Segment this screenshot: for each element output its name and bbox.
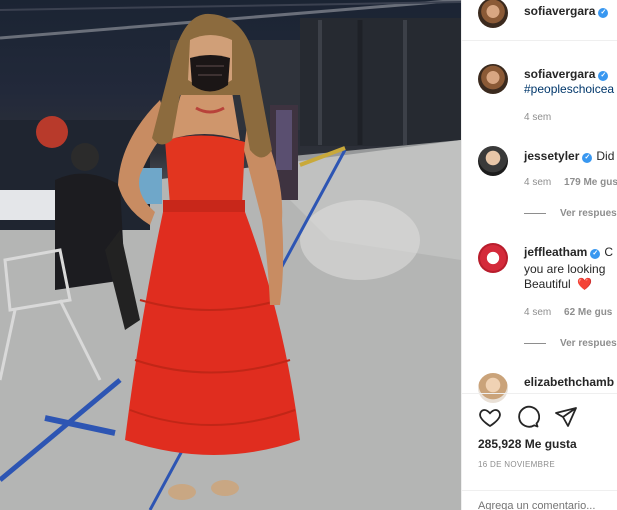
comment-text: C bbox=[604, 245, 614, 259]
author-username[interactable]: sofiavergara ✓ bbox=[524, 4, 609, 18]
comment-likes[interactable]: 62 Me gus bbox=[564, 307, 612, 318]
comment-time: 4 sem bbox=[524, 177, 552, 188]
comment-username-elizabethchamb[interactable]: elizabethchamb bbox=[524, 375, 614, 389]
view-replies-button[interactable]: Ver respues bbox=[524, 338, 617, 349]
author-username-text[interactable]: sofiavergara bbox=[524, 4, 595, 18]
photo-scene bbox=[0, 0, 461, 510]
verified-icon: ✓ bbox=[590, 249, 601, 259]
comment-text-line2: you are looking bbox=[524, 262, 606, 276]
verified-icon: ✓ bbox=[598, 8, 609, 18]
actions-divider bbox=[462, 393, 617, 394]
comment-text: Did bbox=[596, 149, 615, 163]
post-date: 16 DE NOVIEMBRE bbox=[478, 460, 555, 469]
likes-count[interactable]: 285,928 Me gusta bbox=[478, 437, 577, 451]
comment-avatar-jeffleatham[interactable] bbox=[478, 243, 508, 273]
heart-emoji: ❤️ bbox=[577, 277, 592, 291]
comment-box-divider bbox=[462, 490, 617, 491]
comment-time: 4 sem bbox=[524, 307, 552, 318]
comment-text-line3: Beautiful ❤️ bbox=[524, 276, 592, 292]
caption-username-text[interactable]: sofiavergara bbox=[524, 67, 595, 81]
caption-hashtag[interactable]: #peopleschoicea bbox=[524, 81, 614, 97]
heart-icon[interactable] bbox=[478, 405, 502, 434]
comment-username-jessetyler[interactable]: jessetyler ✓ Did bbox=[524, 149, 614, 163]
comment-text-beautiful: Beautiful bbox=[524, 277, 571, 291]
comment-avatar-elizabethchamb[interactable] bbox=[478, 373, 508, 403]
caption-avatar[interactable] bbox=[478, 64, 508, 94]
author-avatar[interactable] bbox=[478, 0, 508, 28]
share-icon[interactable] bbox=[554, 405, 578, 434]
verified-icon: ✓ bbox=[598, 71, 609, 81]
caption-username[interactable]: sofiavergara ✓ bbox=[524, 67, 609, 81]
verified-icon: ✓ bbox=[582, 153, 593, 163]
comment-meta: 4 sem 62 Me gus bbox=[524, 307, 612, 318]
comment-meta: 4 sem 179 Me gus bbox=[524, 177, 617, 188]
comment-username-jeffleatham[interactable]: jeffleatham ✓ C bbox=[524, 245, 613, 259]
comment-avatar-jessetyler[interactable] bbox=[478, 146, 508, 176]
comment-username-text[interactable]: jeffleatham bbox=[524, 245, 587, 259]
comment-username-text[interactable]: jessetyler bbox=[524, 149, 579, 163]
caption-time: 4 sem bbox=[524, 112, 552, 123]
post-photo[interactable] bbox=[0, 0, 461, 510]
view-replies-button[interactable]: Ver respues bbox=[524, 208, 617, 219]
comment-icon[interactable] bbox=[516, 405, 541, 434]
post-sidebar: sofiavergara ✓ sofiavergara ✓ #peopleschoi… bbox=[461, 0, 617, 510]
comment-likes[interactable]: 179 Me gus bbox=[564, 177, 617, 188]
header-divider bbox=[462, 40, 617, 41]
add-comment-input[interactable] bbox=[478, 500, 608, 510]
